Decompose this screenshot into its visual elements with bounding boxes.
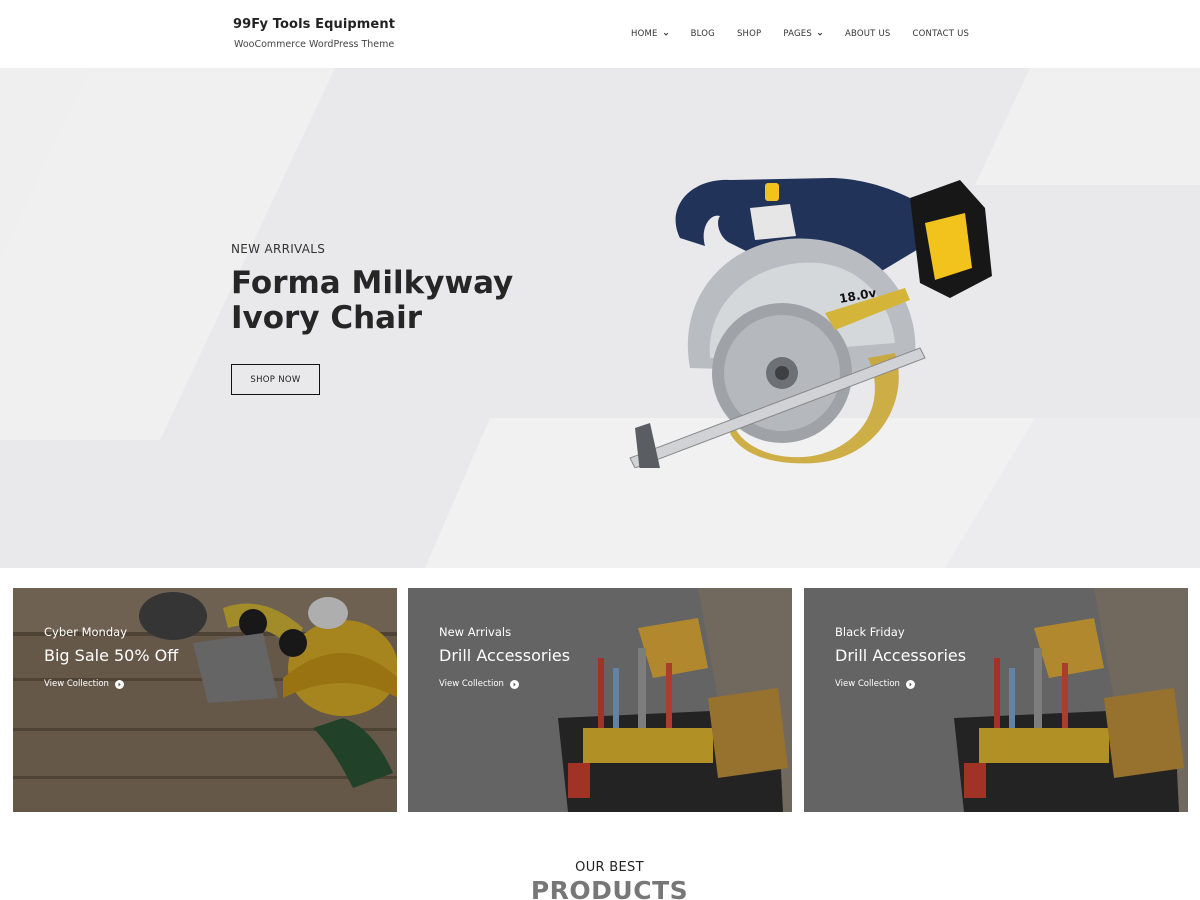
hero-title-line-1: Forma Milkyway [231, 265, 514, 301]
section-subtitle: OUR BEST [575, 860, 644, 875]
card-subtitle: Black Friday [835, 625, 905, 639]
site-tagline: WooCommerce WordPress Theme [234, 39, 395, 50]
card-subtitle: Cyber Monday [44, 625, 127, 639]
arrow-circle-icon [905, 679, 915, 689]
view-collection-link[interactable]: View Collection [44, 679, 124, 689]
nav-item-label: HOME [631, 29, 658, 39]
nav-item-label: BLOG [690, 29, 715, 39]
hero-eyebrow: NEW ARRIVALS [231, 242, 326, 256]
nav-item-blog[interactable]: BLOG [691, 29, 715, 39]
section-title: PRODUCTS [530, 876, 689, 900]
promo-card-black-friday[interactable]: Black Friday Drill Accessories View Coll… [804, 588, 1188, 812]
shop-now-button[interactable]: SHOP NOW [231, 364, 320, 395]
view-collection-label: View Collection [439, 679, 504, 689]
card-title: Big Sale 50% Off [44, 646, 179, 665]
arrow-circle-icon [114, 679, 124, 689]
nav-item-label: PAGES [783, 29, 812, 39]
tool-belt-image [804, 588, 1188, 812]
hero-title: Forma Milkyway Ivory Chair [231, 266, 561, 336]
chevron-down-icon [817, 32, 823, 36]
tool-belt-image [408, 588, 792, 812]
site-title[interactable]: 99Fy Tools Equipment [233, 17, 395, 32]
card-subtitle: New Arrivals [439, 625, 512, 639]
circular-saw-image[interactable]: 18.0v [620, 168, 1000, 468]
view-collection-label: View Collection [44, 679, 109, 689]
chevron-down-icon [663, 32, 668, 36]
promo-card-cyber-monday[interactable]: Cyber Monday Big Sale 50% Off View Colle… [13, 588, 397, 812]
card-title: Drill Accessories [439, 646, 571, 665]
view-collection-link[interactable]: View Collection [835, 679, 915, 689]
hero-banner: NEW ARRIVALS Forma Milkyway Ivory Chair … [0, 68, 1200, 568]
nav-item-label: ABOUT US [844, 29, 891, 39]
view-collection-label: View Collection [835, 679, 900, 689]
arrow-circle-icon [509, 679, 519, 689]
nav-item-label: CONTACT US [912, 29, 970, 39]
promo-card-new-arrivals[interactable]: New Arrivals Drill Accessories View Coll… [408, 588, 792, 812]
hero-background-shapes [0, 68, 1200, 568]
hero-title-line-2: Ivory Chair [231, 300, 422, 336]
nav-item-contact-us[interactable]: CONTACT US [912, 29, 969, 39]
nav-item-home[interactable]: HOME [631, 29, 669, 39]
nav-item-shop[interactable]: SHOP [737, 29, 761, 39]
safety-gear-image [13, 588, 397, 812]
nav-item-about-us[interactable]: ABOUT US [845, 29, 891, 39]
nav-item-pages[interactable]: PAGES [783, 29, 823, 39]
view-collection-link[interactable]: View Collection [439, 679, 519, 689]
site-header: 99Fy Tools Equipment WooCommerce WordPre… [0, 0, 1200, 68]
nav-item-label: SHOP [736, 29, 762, 39]
card-title: Drill Accessories [835, 646, 967, 665]
main-nav: HOME BLOG SHOP PAGES ABOUT US CONTACT US [631, 29, 991, 39]
